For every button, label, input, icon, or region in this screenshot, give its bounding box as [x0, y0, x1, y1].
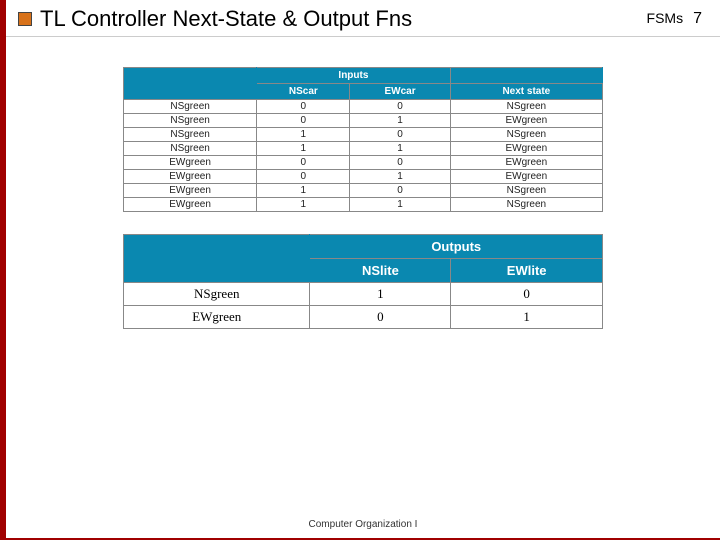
cell-nscar: 0: [257, 170, 350, 184]
cell-nscar: 0: [257, 156, 350, 170]
cell-state: EWgreen: [124, 184, 257, 198]
header: TL Controller Next-State & Output Fns FS…: [6, 6, 720, 37]
cell-state: NSgreen: [124, 283, 310, 306]
state-table-blank: [124, 68, 257, 100]
cell-next: NSgreen: [450, 184, 602, 198]
state-table-col-nscar: NScar: [257, 84, 350, 100]
cell-ewcar: 1: [350, 142, 450, 156]
section-label: FSMs: [647, 10, 684, 26]
cell-ewcar: 0: [350, 184, 450, 198]
output-table-col-nslite: NSlite: [310, 259, 451, 283]
cell-state: EWgreen: [124, 306, 310, 329]
cell-ewcar: 0: [350, 100, 450, 114]
cell-nscar: 0: [257, 100, 350, 114]
table-row: NSgreen11EWgreen: [124, 142, 603, 156]
page-title: TL Controller Next-State & Output Fns: [40, 6, 412, 32]
cell-state: NSgreen: [124, 142, 257, 156]
cell-nslite: 1: [310, 283, 451, 306]
cell-nscar: 1: [257, 128, 350, 142]
cell-state: NSgreen: [124, 100, 257, 114]
page-number: 7: [693, 10, 702, 28]
cell-state: EWgreen: [124, 156, 257, 170]
cell-next: EWgreen: [450, 156, 602, 170]
cell-ewcar: 1: [350, 198, 450, 212]
cell-ewcar: 1: [350, 114, 450, 128]
output-table-col-ewlite: EWlite: [451, 259, 603, 283]
output-table-blank: [124, 235, 310, 283]
cell-state: EWgreen: [124, 170, 257, 184]
output-table: Outputs NSlite EWlite NSgreen10 EWgreen0…: [123, 234, 603, 329]
state-table-inputs-header: Inputs: [257, 68, 451, 84]
slide: TL Controller Next-State & Output Fns FS…: [0, 0, 720, 540]
cell-nscar: 1: [257, 184, 350, 198]
cell-next: EWgreen: [450, 170, 602, 184]
cell-next: NSgreen: [450, 128, 602, 142]
cell-ewlite: 1: [451, 306, 603, 329]
table-row: NSgreen00NSgreen: [124, 100, 603, 114]
cell-nscar: 1: [257, 198, 350, 212]
state-table-col-next: Next state: [450, 84, 602, 100]
table-row: EWgreen10NSgreen: [124, 184, 603, 198]
cell-nscar: 0: [257, 114, 350, 128]
table-row: EWgreen00EWgreen: [124, 156, 603, 170]
bullet-icon: [18, 12, 32, 26]
table-row: NSgreen10NSgreen: [124, 128, 603, 142]
cell-nslite: 0: [310, 306, 451, 329]
state-table: Inputs NScar EWcar Next state NSgreen00N…: [123, 67, 603, 212]
cell-ewlite: 0: [451, 283, 603, 306]
cell-ewcar: 0: [350, 156, 450, 170]
state-table-nextstate-blank: [450, 68, 602, 84]
cell-ewcar: 0: [350, 128, 450, 142]
cell-next: NSgreen: [450, 100, 602, 114]
output-table-outputs-header: Outputs: [310, 235, 603, 259]
table-row: EWgreen01EWgreen: [124, 170, 603, 184]
table-row: NSgreen10: [124, 283, 603, 306]
cell-next: NSgreen: [450, 198, 602, 212]
table-row: NSgreen01EWgreen: [124, 114, 603, 128]
table-row: EWgreen11NSgreen: [124, 198, 603, 212]
content: Inputs NScar EWcar Next state NSgreen00N…: [6, 37, 720, 329]
cell-next: EWgreen: [450, 142, 602, 156]
title-wrap: TL Controller Next-State & Output Fns: [18, 6, 412, 32]
cell-ewcar: 1: [350, 170, 450, 184]
state-table-body: NSgreen00NSgreen NSgreen01EWgreen NSgree…: [124, 100, 603, 212]
header-right: FSMs 7: [647, 6, 702, 28]
cell-nscar: 1: [257, 142, 350, 156]
output-table-body: NSgreen10 EWgreen01: [124, 283, 603, 329]
cell-next: EWgreen: [450, 114, 602, 128]
state-table-col-ewcar: EWcar: [350, 84, 450, 100]
cell-state: NSgreen: [124, 114, 257, 128]
cell-state: NSgreen: [124, 128, 257, 142]
table-row: EWgreen01: [124, 306, 603, 329]
footer: Computer Organization I: [6, 519, 720, 530]
cell-state: EWgreen: [124, 198, 257, 212]
